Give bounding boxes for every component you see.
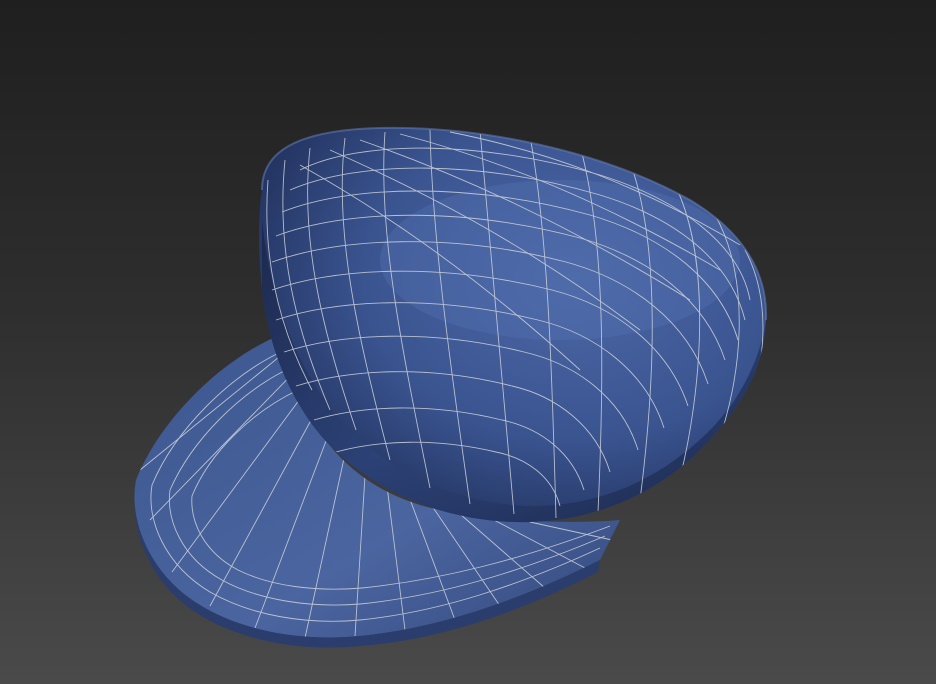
3d-viewport[interactable] xyxy=(0,0,936,684)
viewport-render xyxy=(134,126,768,648)
